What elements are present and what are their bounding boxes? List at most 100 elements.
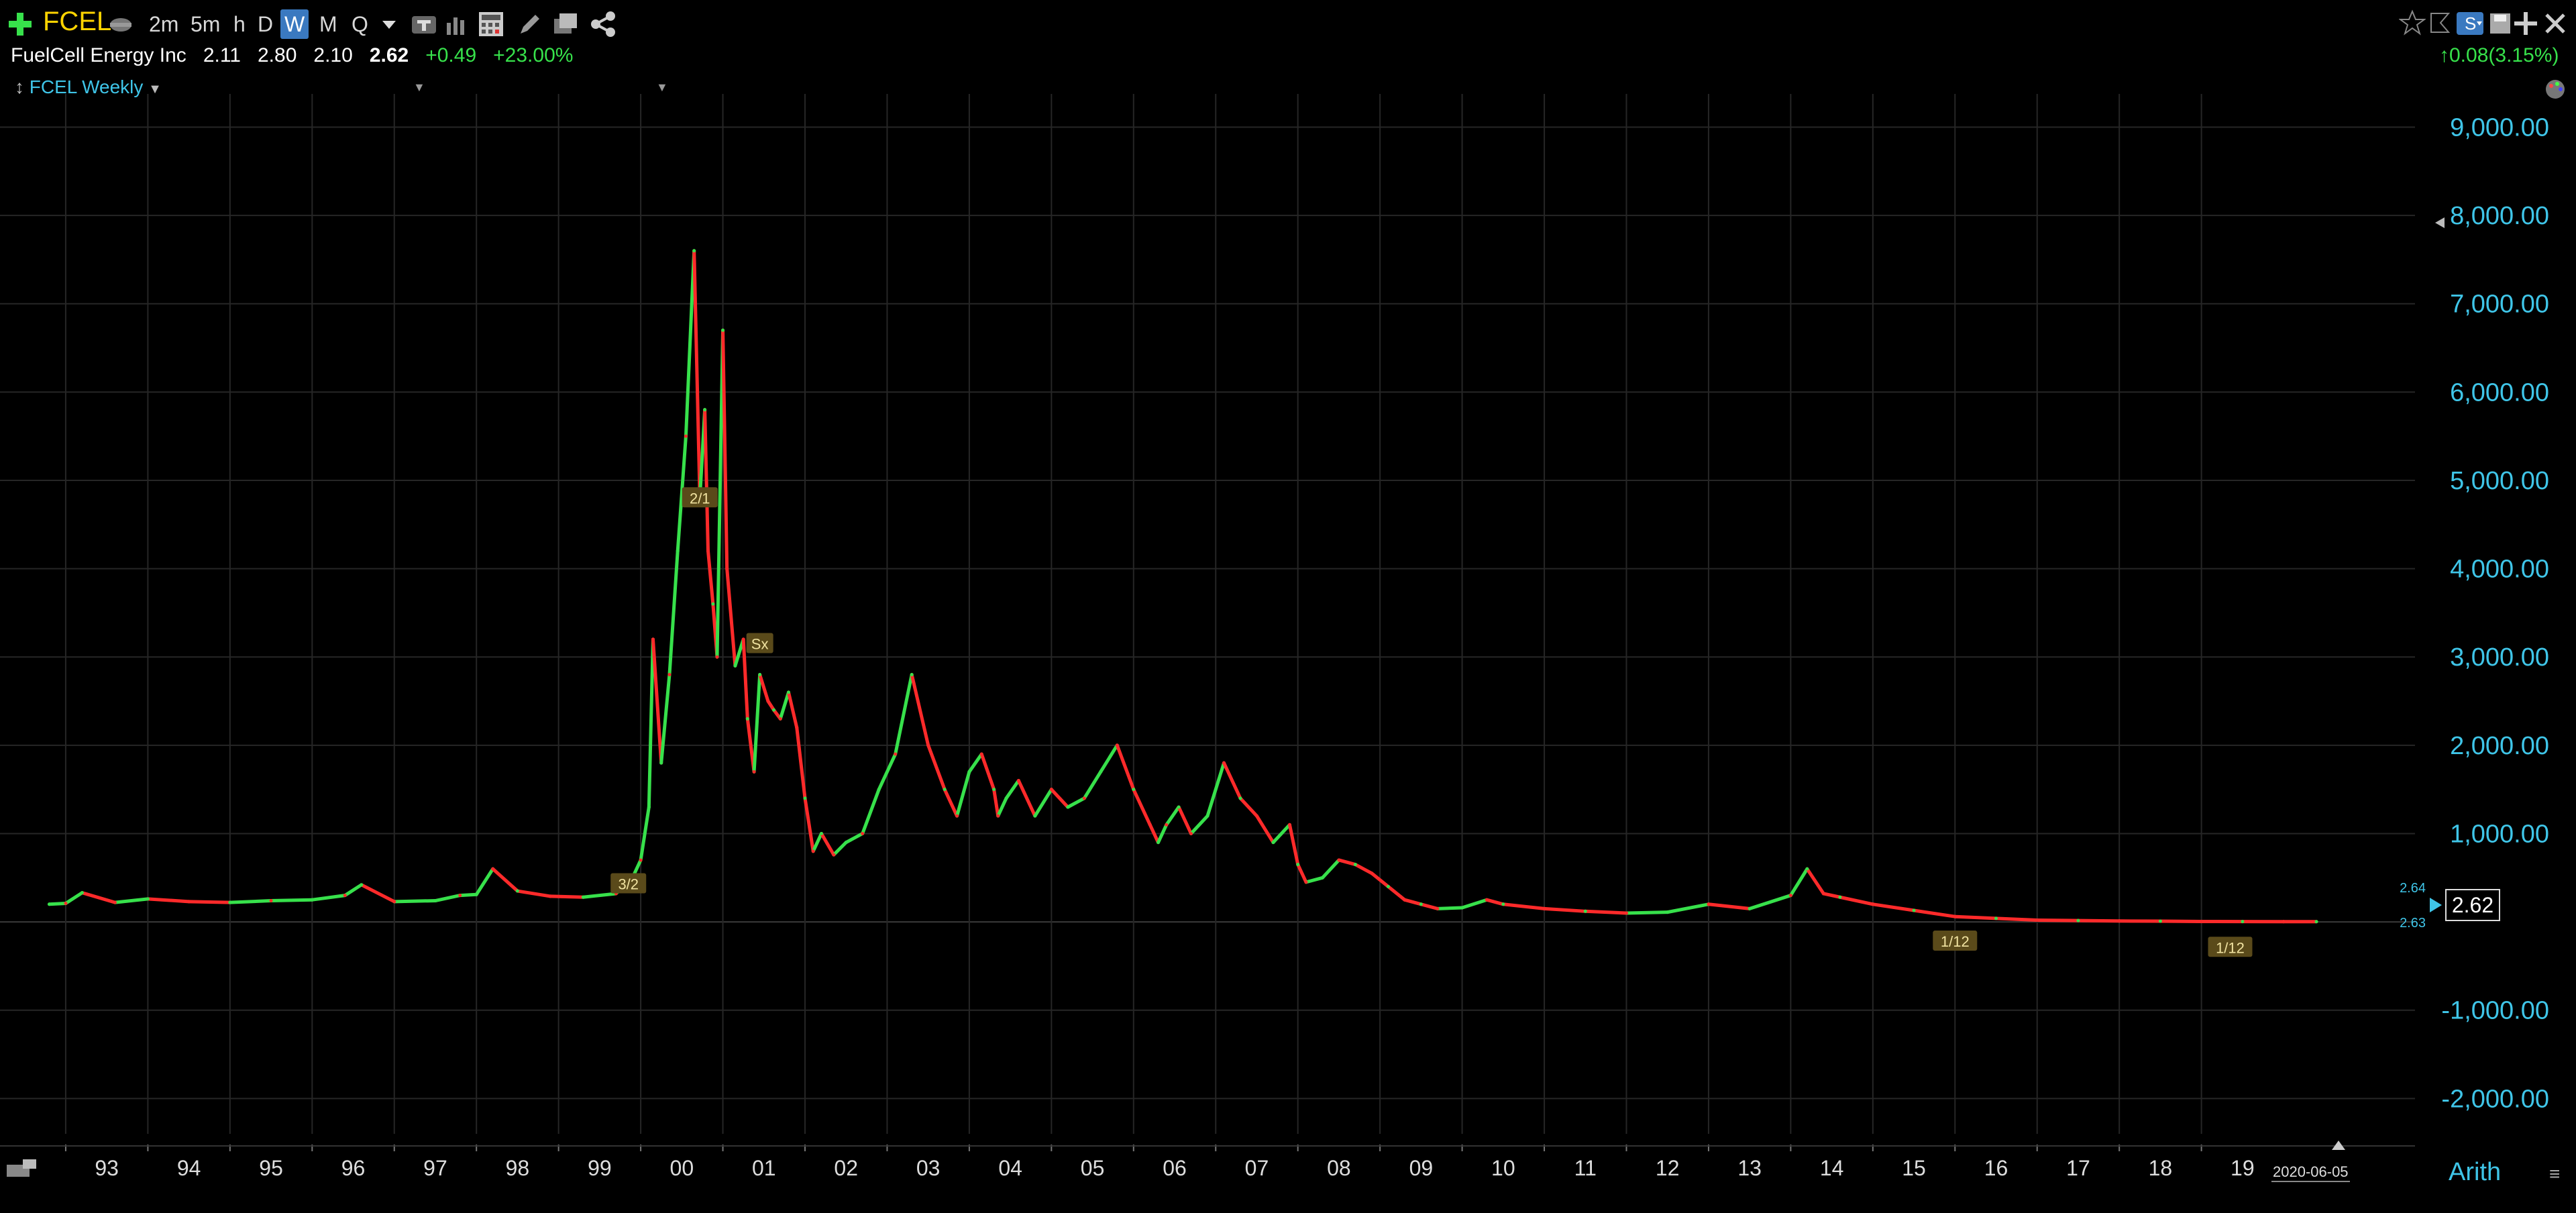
price-segment (1132, 788, 1152, 827)
x-tick-label: 08 (1327, 1156, 1351, 1180)
study-dropdown-2-icon[interactable]: ▼ (656, 81, 668, 95)
price-point (1222, 761, 1226, 765)
close-icon[interactable] (2544, 12, 2567, 35)
draw-pencil-icon[interactable] (515, 11, 542, 38)
timeframe-5m-button[interactable]: 5m (191, 9, 220, 39)
text-tool-icon[interactable] (411, 13, 437, 36)
price-segment (1082, 770, 1103, 800)
timeframe-dropdown-icon[interactable] (381, 19, 397, 31)
y-tick-label: -2,000.00 (2441, 1085, 2549, 1113)
timeframe-q-button[interactable]: Q (352, 9, 368, 39)
timeframe-d-button[interactable]: D (258, 9, 273, 39)
price-segment (725, 567, 737, 668)
annotation-label: Sx (751, 635, 769, 652)
price-segment (992, 788, 1000, 818)
price-segment (1871, 902, 1916, 912)
timeframe-2m-button[interactable]: 2m (149, 9, 178, 39)
price-point (64, 901, 68, 905)
price-point (1707, 902, 1711, 906)
move-handle-icon[interactable]: ↕ (15, 76, 24, 97)
favorite-star-icon[interactable] (2399, 9, 2426, 36)
price-point (1501, 902, 1505, 906)
price-segment (146, 897, 191, 904)
price-segment (581, 892, 618, 899)
price-segment (844, 831, 865, 845)
price-point (474, 892, 478, 896)
price-segment (47, 901, 68, 906)
price-segment (979, 752, 996, 792)
chart-title-dropdown-icon[interactable]: ▼ (148, 82, 162, 97)
price-point (877, 788, 881, 792)
timeframe-m-button[interactable]: M (319, 9, 337, 39)
price-point (733, 664, 737, 668)
price-point (360, 883, 364, 887)
palette-icon[interactable] (2544, 78, 2567, 101)
price-point (1157, 841, 1161, 845)
price-point (1748, 906, 1752, 910)
price-point (1287, 823, 1291, 827)
price-segment (1788, 867, 1809, 898)
y-axis[interactable]: 9,000.00 8,000.00 7,000.00 6,000.00 5,000.00… (2441, 113, 2549, 1113)
x-tick-label: 10 (1491, 1156, 1515, 1180)
add-plus-icon[interactable] (7, 11, 34, 38)
scale-mode-label[interactable]: Arith (2449, 1158, 2501, 1187)
price-segment (1460, 898, 1489, 910)
scroll-left-marker-icon (2435, 217, 2445, 228)
chart-tools-icon[interactable] (5, 1155, 39, 1183)
timeframe-w-button[interactable]: W (280, 9, 309, 39)
price-point (1370, 872, 1374, 876)
price-segment (861, 788, 881, 835)
price-point (1436, 906, 1440, 910)
bar-chart-icon[interactable] (444, 13, 468, 36)
x-tick-label: 07 (1245, 1156, 1269, 1180)
flag-icon[interactable] (2427, 9, 2451, 36)
price-segment (228, 899, 273, 904)
y-tick-label: 6,000.00 (2450, 378, 2549, 407)
price-segment (310, 894, 347, 902)
price-point (2158, 919, 2162, 923)
price-point (2035, 918, 2039, 922)
price-point (1353, 863, 1357, 867)
x-axis[interactable]: 93 94 95 96 97 98 99 00 01 02 03 04 05 06 07 08 09 10 11 12… (0, 1145, 2415, 1180)
price-segment (343, 883, 364, 898)
price-segment (910, 673, 930, 747)
layers-icon[interactable] (551, 11, 580, 38)
svg-text:S: S (2465, 13, 2476, 34)
x-tick-label: 13 (1737, 1156, 1762, 1180)
move-icon[interactable] (2513, 11, 2538, 36)
price-segment (1386, 884, 1407, 902)
price-point (1386, 884, 1390, 888)
price-segment (1707, 902, 1752, 910)
price-point (1871, 902, 1875, 906)
quote-row: FuelCell Energy Inc 2.11 2.80 2.10 2.62 … (11, 44, 573, 67)
price-segment (458, 892, 478, 898)
timeframe-h-button[interactable]: h (233, 9, 246, 39)
x-tick-label: 95 (259, 1156, 283, 1180)
price-marker: 2.62 2.64 2.63 (2400, 881, 2500, 931)
link-icon[interactable] (107, 13, 134, 36)
price-segment (819, 831, 836, 857)
price-point (778, 717, 782, 721)
price-point (1115, 743, 1119, 747)
price-point (310, 898, 314, 902)
chart-title[interactable]: ↕ FCEL Weekly ▼ (15, 76, 162, 98)
price-point (2117, 919, 2121, 923)
study-dropdown-1-icon[interactable]: ▼ (413, 81, 425, 95)
price-segment (1583, 909, 1628, 915)
price-segment (1238, 796, 1258, 818)
save-icon[interactable] (2489, 12, 2512, 35)
x-tick-label: 18 (2149, 1156, 2173, 1180)
x-tick-label: 00 (670, 1156, 694, 1180)
price-segment (926, 743, 947, 792)
price-point (1205, 814, 1210, 818)
settings-s-icon[interactable]: S (2457, 12, 2483, 35)
x-tick-label: 93 (95, 1156, 119, 1180)
calculator-icon[interactable] (478, 11, 504, 38)
share-icon[interactable] (589, 11, 617, 38)
scale-mode-menu-icon[interactable]: ≡ (2549, 1163, 2560, 1185)
price-change-percent: +23.00% (493, 44, 574, 66)
price-segment (1501, 902, 1546, 910)
price-point (715, 655, 719, 659)
symbol-input[interactable]: FCEL (43, 7, 111, 36)
price-chart[interactable]: 3/2 2/1 Sx 1/12 1/12 9,000.00 8,000.00 7,000.0… (0, 0, 2576, 1213)
